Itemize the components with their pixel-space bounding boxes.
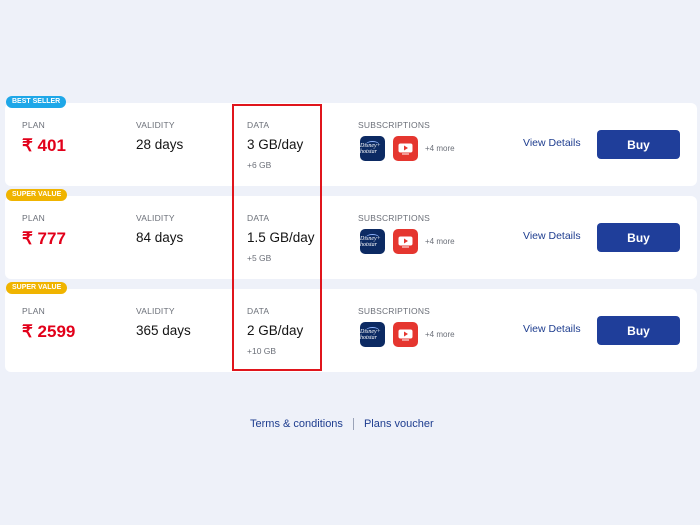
plan-badge: SUPER VALUE [6, 282, 68, 294]
data-value: 3 GB/day [247, 137, 304, 152]
subscription-apps: Disney+ hotstar +4 more [360, 322, 455, 347]
subscriptions-label: SUBSCRIPTIONS [358, 213, 431, 223]
plan-price: ₹ 777 [22, 229, 66, 248]
subscription-apps: Disney+ hotstar +4 more [360, 229, 455, 254]
hotstar-icon: Disney+ hotstar [360, 322, 385, 347]
subscriptions-label: SUBSCRIPTIONS [358, 306, 431, 316]
data-label: DATA [247, 120, 270, 130]
data-label: DATA [247, 213, 270, 223]
extra-data: +5 GB [247, 253, 272, 263]
subscription-apps: Disney+ hotstar +4 more [360, 136, 455, 161]
view-details-link[interactable]: View Details [523, 230, 581, 242]
hotstar-icon: Disney+ hotstar [360, 229, 385, 254]
buy-button[interactable]: Buy [597, 223, 680, 252]
data-label: DATA [247, 306, 270, 316]
youtube-icon [393, 322, 418, 347]
validity-label: VALIDITY [136, 306, 175, 316]
buy-button[interactable]: Buy [597, 130, 680, 159]
plan-card-777: SUPER VALUE PLAN ₹ 777 VALIDITY 84 days … [5, 189, 697, 279]
footer-divider [352, 418, 354, 430]
buy-button[interactable]: Buy [597, 316, 680, 345]
more-subscriptions[interactable]: +4 more [425, 330, 455, 339]
validity-value: 365 days [136, 323, 191, 338]
plan-label: PLAN [22, 120, 46, 130]
plan-card-401: BEST SELLER PLAN ₹ 401 VALIDITY 28 days … [5, 96, 697, 186]
subscriptions-label: SUBSCRIPTIONS [358, 120, 431, 130]
plan-badge: BEST SELLER [6, 96, 67, 108]
extra-data: +6 GB [247, 160, 272, 170]
hotstar-icon: Disney+ hotstar [360, 136, 385, 161]
plans-voucher-link[interactable]: Plans voucher [364, 418, 434, 430]
plan-price: ₹ 2599 [22, 322, 76, 341]
plan-badge: SUPER VALUE [6, 189, 68, 201]
plan-card-2599: SUPER VALUE PLAN ₹ 2599 VALIDITY 365 day… [5, 282, 697, 372]
plan-label: PLAN [22, 213, 46, 223]
validity-label: VALIDITY [136, 120, 175, 130]
validity-value: 84 days [136, 230, 184, 245]
validity-value: 28 days [136, 137, 184, 152]
validity-label: VALIDITY [136, 213, 175, 223]
view-details-link[interactable]: View Details [523, 323, 581, 335]
more-subscriptions[interactable]: +4 more [425, 144, 455, 153]
youtube-icon [393, 136, 418, 161]
view-details-link[interactable]: View Details [523, 137, 581, 149]
terms-link[interactable]: Terms & conditions [250, 418, 343, 430]
plan-price: ₹ 401 [22, 136, 66, 155]
more-subscriptions[interactable]: +4 more [425, 237, 455, 246]
plan-label: PLAN [22, 306, 46, 316]
data-value: 1.5 GB/day [247, 230, 315, 245]
footer-links: Terms & conditions Plans voucher [0, 413, 700, 433]
extra-data: +10 GB [247, 346, 277, 356]
data-value: 2 GB/day [247, 323, 304, 338]
youtube-icon [393, 229, 418, 254]
